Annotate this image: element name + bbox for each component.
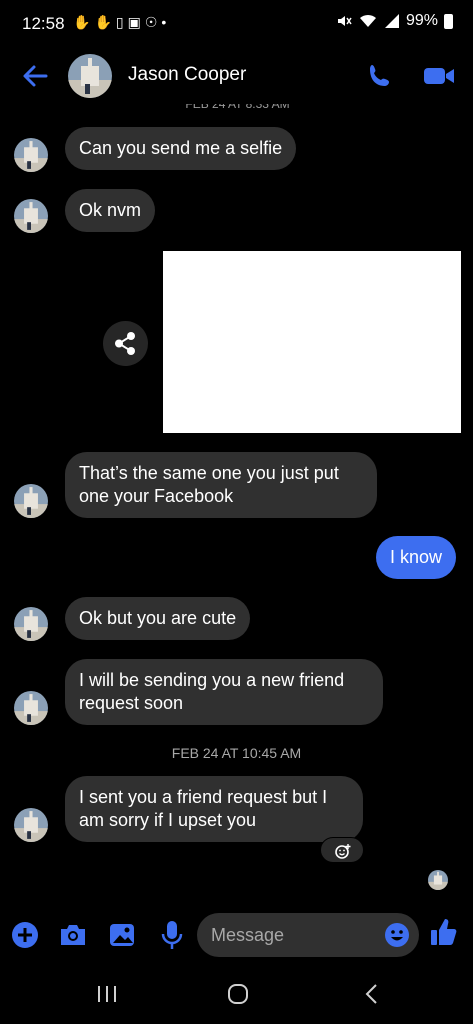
phone-icon: ▯	[115, 14, 124, 30]
home-icon[interactable]	[227, 982, 249, 1006]
notification-icons: ✋ ✋ ▯ ▣ ☉ •	[73, 13, 166, 31]
message-bubble-received[interactable]: Ok but you are cute	[65, 597, 251, 640]
message-composer: Message	[0, 905, 473, 965]
microphone-icon[interactable]	[160, 919, 184, 951]
add-reaction-icon	[335, 844, 351, 859]
sender-avatar[interactable]	[14, 199, 48, 233]
contact-name[interactable]: Jason Cooper	[128, 64, 246, 86]
sender-avatar[interactable]	[14, 691, 48, 725]
emoji-icon[interactable]	[385, 923, 409, 947]
bag-icon: ▣	[127, 14, 141, 30]
wifi-icon	[359, 14, 376, 27]
recent-apps-icon[interactable]	[96, 982, 118, 1006]
back-arrow-icon[interactable]	[20, 62, 50, 90]
share-button[interactable]	[103, 321, 148, 366]
timestamp: FEB 24 AT 10:45 AM	[171, 745, 302, 761]
message-bubble-received[interactable]: That’s the same one you just put one you…	[65, 452, 377, 518]
phone-call-icon[interactable]	[366, 62, 394, 90]
camera-icon[interactable]	[58, 922, 88, 948]
contact-avatar[interactable]	[68, 54, 112, 98]
add-reaction-button[interactable]	[320, 837, 364, 863]
thumbs-up-icon[interactable]	[430, 917, 458, 947]
system-icons: 99%	[336, 12, 453, 30]
conversation-header: Jason Cooper	[0, 48, 473, 104]
share-icon	[115, 332, 135, 355]
status-time: 12:58	[22, 14, 65, 33]
signal-icon	[384, 14, 399, 28]
plus-icon[interactable]	[11, 921, 39, 949]
battery-percent: 99%	[405, 12, 438, 29]
message-bubble-sent[interactable]: I know	[376, 536, 457, 579]
timestamp-clipped: FEB 24 AT 8:33 AM	[185, 104, 290, 111]
message-bubble-received[interactable]: Can you send me a selfie	[65, 127, 297, 170]
message-bubble-received[interactable]: Ok nvm	[65, 189, 156, 232]
system-navigation-bar	[0, 968, 473, 1024]
video-call-icon[interactable]	[422, 62, 456, 90]
sender-avatar[interactable]	[14, 607, 48, 641]
message-bubble-received[interactable]: I sent you a friend request but I am sor…	[65, 776, 363, 842]
dot-icon: •	[161, 14, 167, 30]
hand-icon: ✋	[73, 14, 91, 30]
back-icon[interactable]	[362, 982, 382, 1006]
message-input[interactable]: Message	[197, 913, 419, 957]
sender-avatar[interactable]	[14, 138, 48, 172]
hand-icon: ✋	[94, 14, 112, 30]
sender-avatar[interactable]	[14, 484, 48, 518]
image-message[interactable]	[163, 251, 461, 433]
status-bar: 12:58 ✋ ✋ ▯ ▣ ☉ • 99%	[0, 0, 473, 48]
battery-icon	[444, 13, 453, 29]
seen-avatar	[428, 870, 448, 890]
gallery-icon[interactable]	[108, 921, 136, 949]
circle-icon: ☉	[144, 14, 158, 30]
message-bubble-received[interactable]: I will be sending you a new friend reque…	[65, 659, 383, 725]
sender-avatar[interactable]	[14, 808, 48, 842]
message-input-placeholder: Message	[211, 925, 285, 945]
mute-icon	[337, 16, 352, 26]
